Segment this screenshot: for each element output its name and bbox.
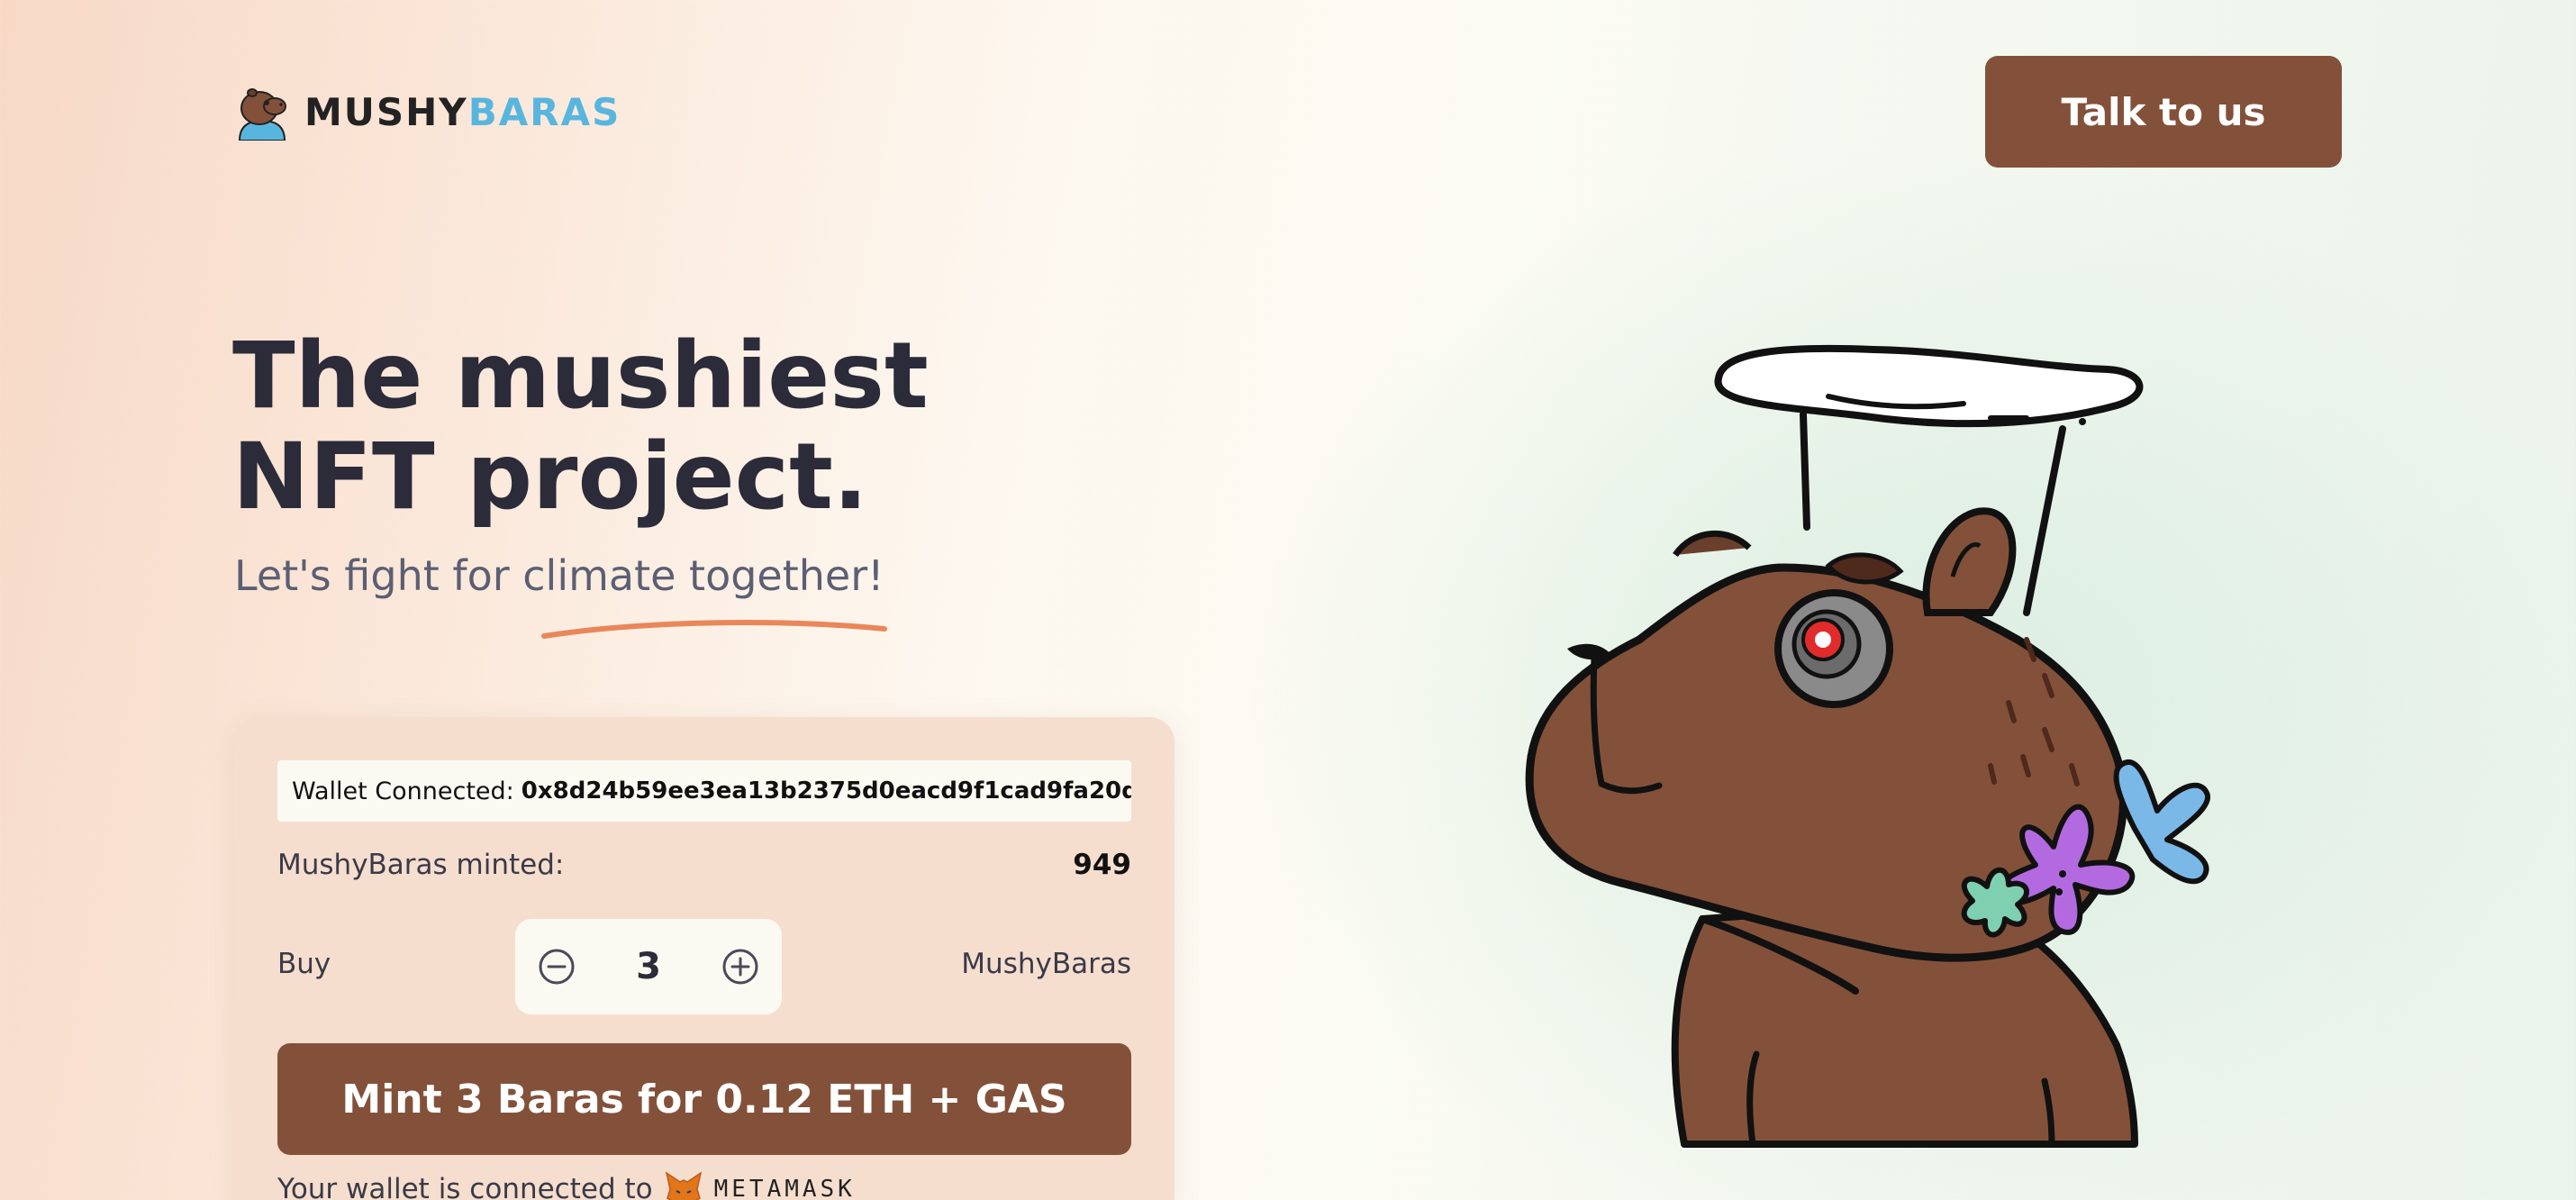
logo-text: MUSHYBARAS	[304, 90, 621, 134]
page-title-line-2: NFT project.	[232, 423, 868, 531]
buy-label: Buy	[277, 948, 331, 980]
wallet-label: Wallet Connected:	[292, 777, 514, 805]
logo-text-mushy: MUSHY	[304, 89, 468, 134]
wallet-provider-name: METAMASK	[713, 1176, 856, 1200]
unit-label: MushyBaras	[961, 948, 1131, 980]
decrease-quantity-button[interactable]	[537, 947, 576, 986]
mint-button[interactable]: Mint 3 Baras for 0.12 ETH + GAS	[277, 1043, 1131, 1155]
logo-text-baras: BARAS	[467, 89, 621, 134]
metamask-fox-icon	[665, 1171, 702, 1200]
capybara-chef-illustration	[1525, 344, 2211, 1148]
page-title-line-1: The mushiest	[232, 323, 929, 430]
page-title: The mushiest NFT project.	[232, 326, 1043, 528]
mint-card: Wallet Connected: 0x8d24b59ee3ea13b2375d…	[234, 717, 1175, 1200]
minted-label: MushyBaras minted:	[277, 849, 565, 881]
connected-text: Your wallet is connected to	[277, 1173, 653, 1200]
talk-to-us-button[interactable]: Talk to us	[1985, 56, 2342, 168]
underline-swoosh-decoration	[541, 620, 887, 639]
quantity-stepper: 3	[515, 919, 782, 1014]
hero-subtitle: Let's fight for climate together!	[234, 551, 884, 600]
minted-count: 949	[1073, 849, 1131, 881]
buy-row: Buy 3 MushyBaras	[277, 919, 1131, 1014]
wallet-address: 0x8d24b59ee3ea13b2375d0eacd9f1cad9fa20d6…	[521, 777, 1131, 805]
wallet-connected-box: Wallet Connected: 0x8d24b59ee3ea13b2375d…	[277, 760, 1131, 822]
plus-circle-icon	[722, 949, 758, 985]
quantity-value: 3	[636, 946, 661, 987]
increase-quantity-button[interactable]	[721, 947, 760, 986]
logo[interactable]: MUSHYBARAS	[232, 83, 621, 141]
wallet-provider-row: Your wallet is connected to METAMASK	[277, 1171, 856, 1200]
minted-row: MushyBaras minted: 949	[277, 849, 1131, 881]
capybara-mascot-icon	[238, 88, 286, 141]
minus-circle-icon	[539, 949, 575, 985]
